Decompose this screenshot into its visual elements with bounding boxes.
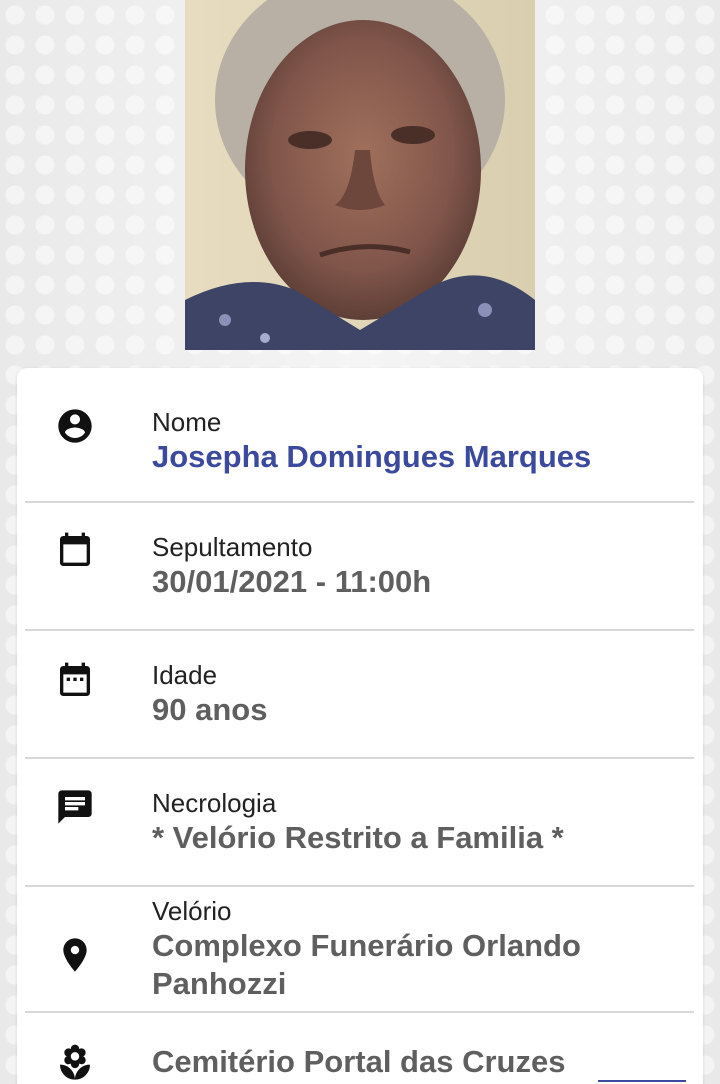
- sepultamento-label: Sepultamento: [152, 532, 313, 562]
- detail-row-sepultamento: Sepultamento 30/01/2021 - 11:00h: [25, 503, 694, 631]
- detail-row-cemiterio: Cemitério Portal das Cruzes: [25, 1013, 694, 1084]
- idade-label: Idade: [152, 660, 218, 690]
- nome-label: Nome: [152, 407, 222, 437]
- message-icon: [55, 787, 95, 827]
- deceased-photo: [185, 0, 535, 350]
- details-card: Nome Josepha Domingues Marques Sepultame…: [17, 368, 703, 1084]
- detail-row-velorio: Velório Complexo Funerário Orlando Panho…: [25, 887, 694, 1013]
- detail-row-nome: Nome Josepha Domingues Marques: [25, 368, 694, 503]
- idade-value: 90 anos: [152, 692, 268, 727]
- flower-icon: [55, 1043, 95, 1083]
- account-circle-icon: [55, 406, 95, 446]
- necrologia-label: Necrologia: [152, 788, 277, 818]
- velorio-value: Complexo Funerário Orlando Panhozzi: [152, 928, 581, 1001]
- cemiterio-value: Cemitério Portal das Cruzes: [152, 1044, 566, 1079]
- partial-button[interactable]: [598, 1080, 686, 1084]
- sepultamento-value: 30/01/2021 - 11:00h: [152, 564, 432, 599]
- calendar-dots-icon: [55, 661, 95, 701]
- detail-row-necrologia: Necrologia * Velório Restrito a Familia …: [25, 759, 694, 887]
- velorio-label: Velório: [152, 896, 232, 926]
- detail-row-idade: Idade 90 anos: [25, 631, 694, 759]
- nome-value: Josepha Domingues Marques: [152, 439, 592, 474]
- necrologia-value: * Velório Restrito a Familia *: [152, 820, 564, 855]
- location-pin-icon: [55, 935, 95, 975]
- calendar-icon: [55, 531, 95, 571]
